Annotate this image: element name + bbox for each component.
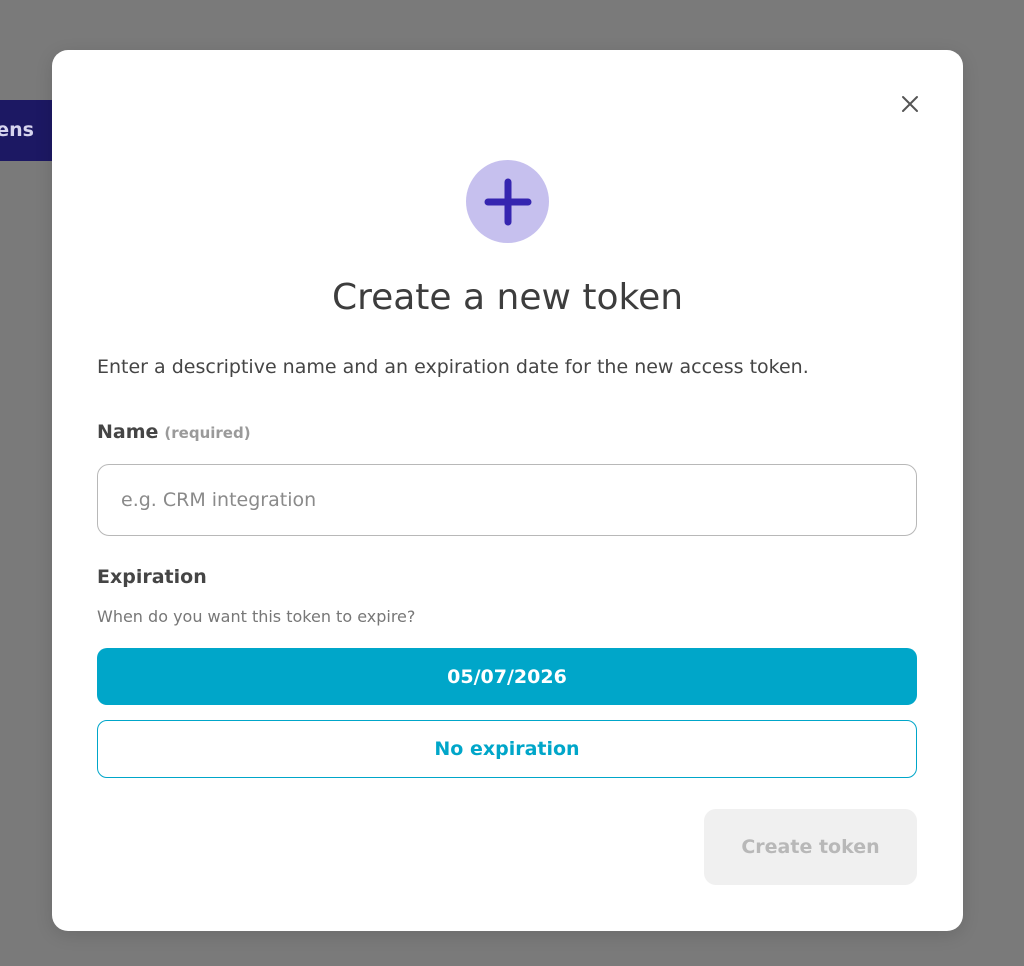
create-token-button[interactable]: Create token bbox=[704, 809, 917, 885]
required-note: (required) bbox=[164, 424, 251, 442]
token-name-input[interactable] bbox=[97, 464, 917, 536]
create-token-modal: Create a new token Enter a descriptive n… bbox=[52, 50, 963, 931]
background-tab-label: Tokens bbox=[0, 119, 34, 141]
background-tab-tokens: Tokens bbox=[0, 100, 52, 161]
expiration-option-date[interactable]: 05/07/2026 bbox=[97, 648, 917, 705]
expiration-label: Expiration bbox=[97, 566, 207, 588]
modal-title: Create a new token bbox=[331, 277, 684, 318]
close-icon bbox=[902, 96, 918, 112]
expiration-option-none[interactable]: No expiration bbox=[97, 720, 917, 778]
name-label-text: Name bbox=[97, 421, 159, 443]
name-field-label: Name (required) bbox=[97, 418, 251, 447]
close-button[interactable] bbox=[896, 90, 924, 118]
plus-icon-badge bbox=[466, 160, 549, 243]
modal-description: Enter a descriptive name and an expirati… bbox=[97, 356, 809, 378]
plus-icon bbox=[484, 178, 531, 225]
expiration-hint: When do you want this token to expire? bbox=[97, 607, 416, 626]
